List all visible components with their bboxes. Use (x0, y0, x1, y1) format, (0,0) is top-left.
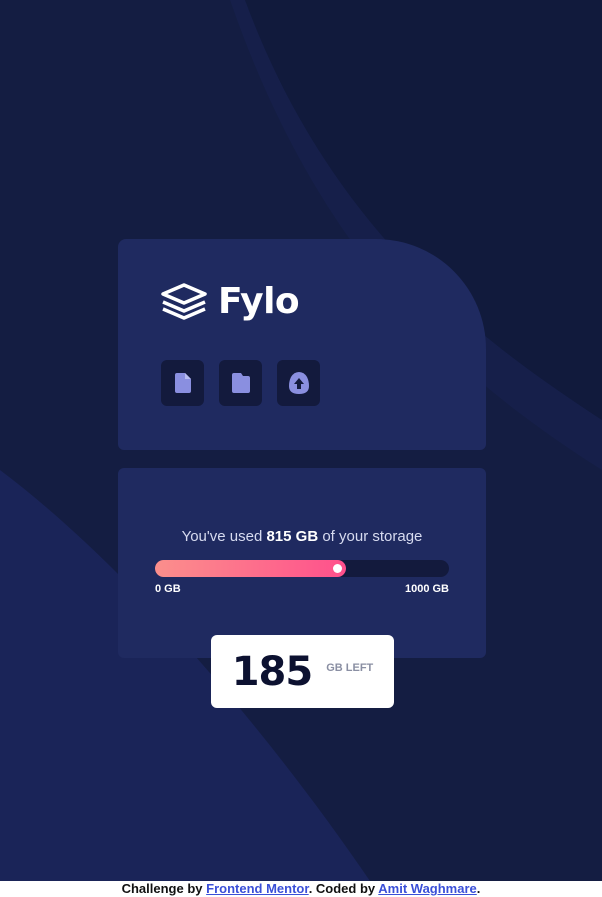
scale-min-label: 0 GB (155, 583, 181, 595)
usage-amount: 815 GB (266, 528, 319, 545)
progress-knob (333, 564, 343, 573)
usage-suffix: of your storage (322, 528, 423, 545)
logo-card: Fylo (118, 239, 486, 450)
fylo-logo: Fylo (160, 281, 300, 322)
footer-prefix: Challenge by (121, 881, 203, 896)
remaining-storage-box: 185 GB LEFT (211, 635, 394, 708)
layers-icon (161, 282, 207, 320)
remaining-unit: GB LEFT (326, 661, 374, 674)
logo-text: Fylo (218, 281, 300, 322)
scale-max-label: 1000 GB (404, 583, 449, 595)
file-actions (161, 360, 320, 406)
storage-card: You've used 815 GB of your storage 0 GB … (118, 468, 486, 658)
usage-text: You've used 815 GB of your storage (118, 528, 486, 545)
footer-suffix: . (476, 881, 481, 896)
remaining-value: 185 (231, 648, 313, 695)
attribution-footer: Challenge by Frontend Mentor. Coded by A… (0, 881, 602, 897)
author-link[interactable]: Amit Waghmare (378, 881, 476, 896)
upload-icon (288, 372, 309, 394)
document-icon (174, 373, 191, 393)
folder-button[interactable] (219, 360, 262, 406)
upload-button[interactable] (277, 360, 320, 406)
footer-middle: . Coded by (308, 881, 376, 896)
frontend-mentor-link[interactable]: Frontend Mentor (206, 881, 309, 896)
folder-icon (231, 373, 250, 393)
storage-progress-fill (155, 560, 347, 577)
usage-prefix: You've used (181, 528, 263, 545)
document-button[interactable] (161, 360, 204, 406)
storage-progress-bar (155, 560, 449, 577)
